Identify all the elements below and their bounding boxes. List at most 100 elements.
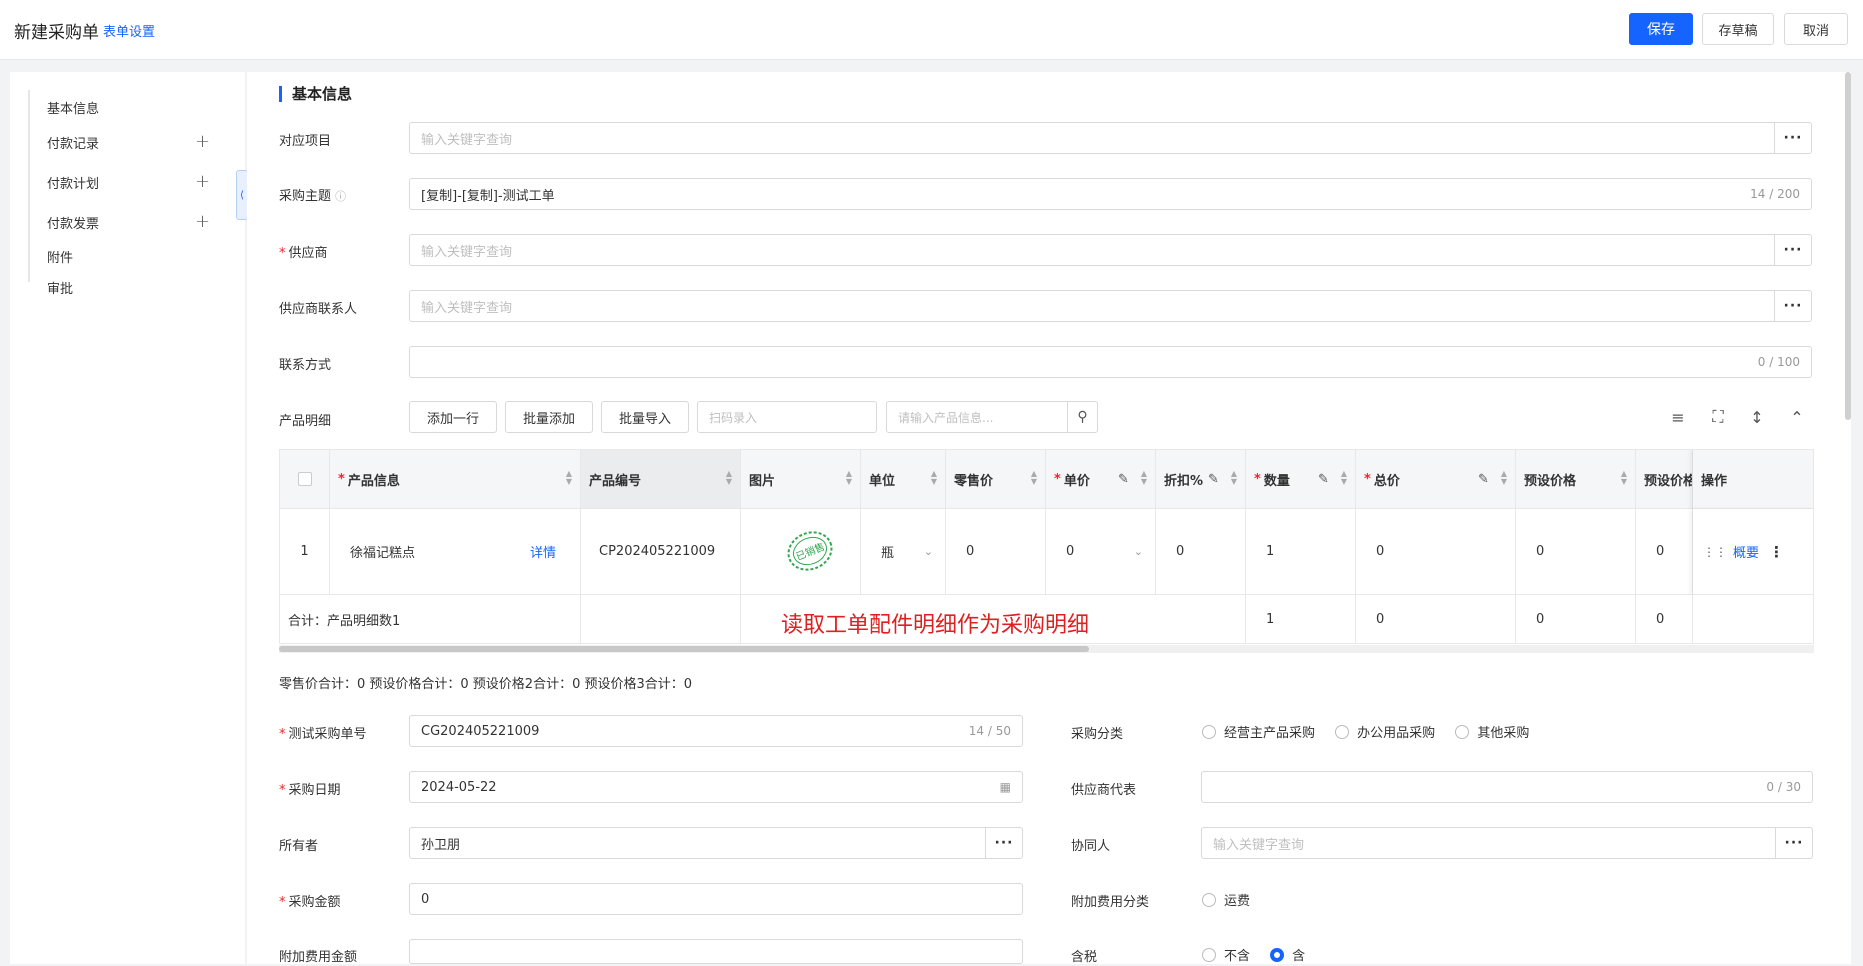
cancel-button[interactable]: 取消 (1784, 13, 1848, 45)
summary-link[interactable]: 概要 (1733, 542, 1759, 561)
chevron-down-icon[interactable]: ⌄ (1134, 545, 1143, 558)
product-search-input[interactable]: 请输入产品信息... ⚲ (886, 401, 1098, 433)
total-cell[interactable]: 0 (1356, 509, 1516, 595)
phone-input[interactable]: 0 / 100 (409, 346, 1812, 378)
retail-price-cell[interactable]: 0 (946, 509, 1046, 595)
category-option-main[interactable]: 经营主产品采购 (1202, 722, 1315, 741)
scan-input[interactable]: 扫码录入 (697, 401, 877, 433)
plus-icon[interactable]: + (195, 173, 210, 191)
col-discount[interactable]: 折扣% ✎ ▲ ▼ (1156, 450, 1246, 509)
plus-icon[interactable]: + (195, 133, 210, 151)
search-icon[interactable]: ⚲ (1067, 402, 1097, 432)
form-settings-link[interactable]: 表单设置 (103, 21, 155, 40)
expand-vertical-icon[interactable]: ↕ (1746, 406, 1768, 428)
more-vertical-icon[interactable]: ⋮ (1769, 543, 1784, 561)
radio-circle[interactable] (1202, 892, 1216, 907)
col-product-code[interactable]: 产品编号 ▲ ▼ (581, 450, 741, 509)
col-preset-price[interactable]: 预设价格 ▲ ▼ (1516, 450, 1636, 509)
nav-item-approval[interactable]: 审批 (47, 278, 73, 297)
rep-input[interactable]: 0 / 30 (1201, 771, 1813, 803)
edit-icon[interactable]: ✎ (1208, 472, 1219, 487)
scrollbar-thumb[interactable] (279, 646, 1089, 652)
unit-select[interactable]: 瓶 ⌄ (861, 509, 946, 595)
plus-icon[interactable]: + (195, 213, 210, 231)
amount-input[interactable]: 0 (409, 883, 1023, 915)
fullscreen-icon[interactable]: ⛶ (1707, 406, 1729, 428)
select-all-checkbox[interactable] (297, 472, 312, 486)
batch-add-button[interactable]: 批量添加 (505, 401, 593, 433)
save-button[interactable]: 保存 (1629, 13, 1693, 45)
annotation-text: 读取工单配件明细作为采购明细 (781, 613, 1090, 638)
tax-label: 含税 (1071, 950, 1098, 965)
chevron-down-icon[interactable]: ⌄ (924, 545, 933, 558)
supplier-input[interactable]: 输入关键字查询 ··· (409, 234, 1812, 266)
sort-icon[interactable]: ▲ ▼ (566, 470, 572, 486)
extra-category-option-freight[interactable]: 运费 (1202, 890, 1250, 909)
subject-input[interactable]: [复制]-[复制]-测试工单 14 / 200 (409, 178, 1812, 210)
sort-icon[interactable]: ▲ ▼ (1501, 470, 1507, 486)
col-product-info[interactable]: * 产品信息 ▲ ▼ (330, 450, 581, 509)
tax-option-excluded[interactable]: 不含 (1202, 945, 1250, 964)
col-price[interactable]: * 单价 ✎ ▲ ▼ (1046, 450, 1156, 509)
quantity-cell[interactable]: 1 (1246, 509, 1356, 595)
order-no-input[interactable]: CG202405221009 14 / 50 (409, 715, 1023, 747)
sort-icon[interactable]: ▲ ▼ (1341, 470, 1347, 486)
col-total[interactable]: * 总价 ✎ ▲ ▼ (1356, 450, 1516, 509)
category-option-office[interactable]: 办公用品采购 (1335, 722, 1435, 741)
more-icon[interactable]: ··· (1775, 828, 1812, 858)
detail-link[interactable]: 详情 (530, 542, 556, 561)
more-icon[interactable]: ··· (1774, 291, 1811, 321)
horizontal-scrollbar[interactable] (279, 645, 1814, 653)
save-draft-button[interactable]: 存草稿 (1702, 13, 1774, 45)
col-preset-price-2[interactable]: 预设价格 (1636, 450, 1693, 509)
help-icon[interactable]: ⓘ (335, 190, 346, 203)
col-image[interactable]: 图片 ▲ ▼ (741, 450, 861, 509)
batch-import-button[interactable]: 批量导入 (601, 401, 689, 433)
radio-circle[interactable] (1335, 724, 1350, 739)
product-name-cell[interactable]: 徐福记糕点 详情 (330, 509, 581, 595)
more-icon[interactable]: ··· (1774, 123, 1811, 153)
owner-input[interactable]: 孙卫朋 ··· (409, 827, 1023, 859)
chevron-up-icon[interactable]: ⌃ (1786, 406, 1808, 428)
row-height-icon[interactable]: ≡ (1667, 406, 1689, 428)
preset-price-cell[interactable]: 0 (1516, 509, 1636, 595)
discount-cell[interactable]: 0 (1156, 509, 1246, 595)
unit-price-select[interactable]: 0 ⌄ (1046, 509, 1156, 595)
nav-item-attachments[interactable]: 附件 (47, 247, 73, 266)
nav-item-basic-info[interactable]: 基本信息 (47, 98, 99, 117)
edit-icon[interactable]: ✎ (1318, 472, 1329, 487)
more-icon[interactable]: ··· (1774, 235, 1811, 265)
radio-circle-selected[interactable] (1270, 947, 1285, 962)
partner-input[interactable]: 输入关键字查询 ··· (1201, 827, 1813, 859)
category-option-other[interactable]: 其他采购 (1455, 722, 1529, 741)
calendar-icon[interactable]: ▦ (1000, 780, 1011, 794)
col-retail[interactable]: 零售价 ▲ ▼ (946, 450, 1046, 509)
sort-icon[interactable]: ▲ ▼ (1141, 470, 1147, 486)
sort-icon[interactable]: ▲ ▼ (1621, 470, 1627, 486)
vertical-scrollbar[interactable] (1845, 72, 1851, 420)
add-row-button[interactable]: 添加一行 (409, 401, 497, 433)
edit-icon[interactable]: ✎ (1478, 472, 1489, 487)
contact-input[interactable]: 输入关键字查询 ··· (409, 290, 1812, 322)
nav-item-payment-invoice[interactable]: 付款发票 (47, 213, 99, 232)
date-input[interactable]: 2024-05-22 ▦ (409, 771, 1023, 803)
col-quantity[interactable]: * 数量 ✎ ▲ ▼ (1246, 450, 1356, 509)
drag-handle-icon[interactable]: ⋮⋮ (1703, 545, 1727, 559)
col-unit[interactable]: 单位 ▲ ▼ (861, 450, 946, 509)
radio-circle[interactable] (1202, 724, 1216, 739)
tax-option-included[interactable]: 含 (1270, 945, 1305, 964)
nav-item-payment-plan[interactable]: 付款计划 (47, 173, 99, 192)
edit-icon[interactable]: ✎ (1118, 472, 1129, 487)
sort-icon[interactable]: ▲ ▼ (1231, 470, 1237, 486)
sort-icon[interactable]: ▲ ▼ (846, 470, 852, 486)
sort-icon[interactable]: ▲ ▼ (1031, 470, 1037, 486)
more-icon[interactable]: ··· (985, 828, 1022, 858)
radio-circle[interactable] (1455, 724, 1470, 739)
preset-price-2-cell[interactable]: 0 (1636, 509, 1693, 595)
radio-circle[interactable] (1202, 947, 1216, 962)
sort-icon[interactable]: ▲ ▼ (726, 470, 732, 486)
nav-item-payment-records[interactable]: 付款记录 (47, 133, 99, 152)
project-input[interactable]: 输入关键字查询 ··· (409, 122, 1812, 154)
sort-icon[interactable]: ▲ ▼ (931, 470, 937, 486)
extra-amount-input[interactable] (409, 939, 1023, 964)
